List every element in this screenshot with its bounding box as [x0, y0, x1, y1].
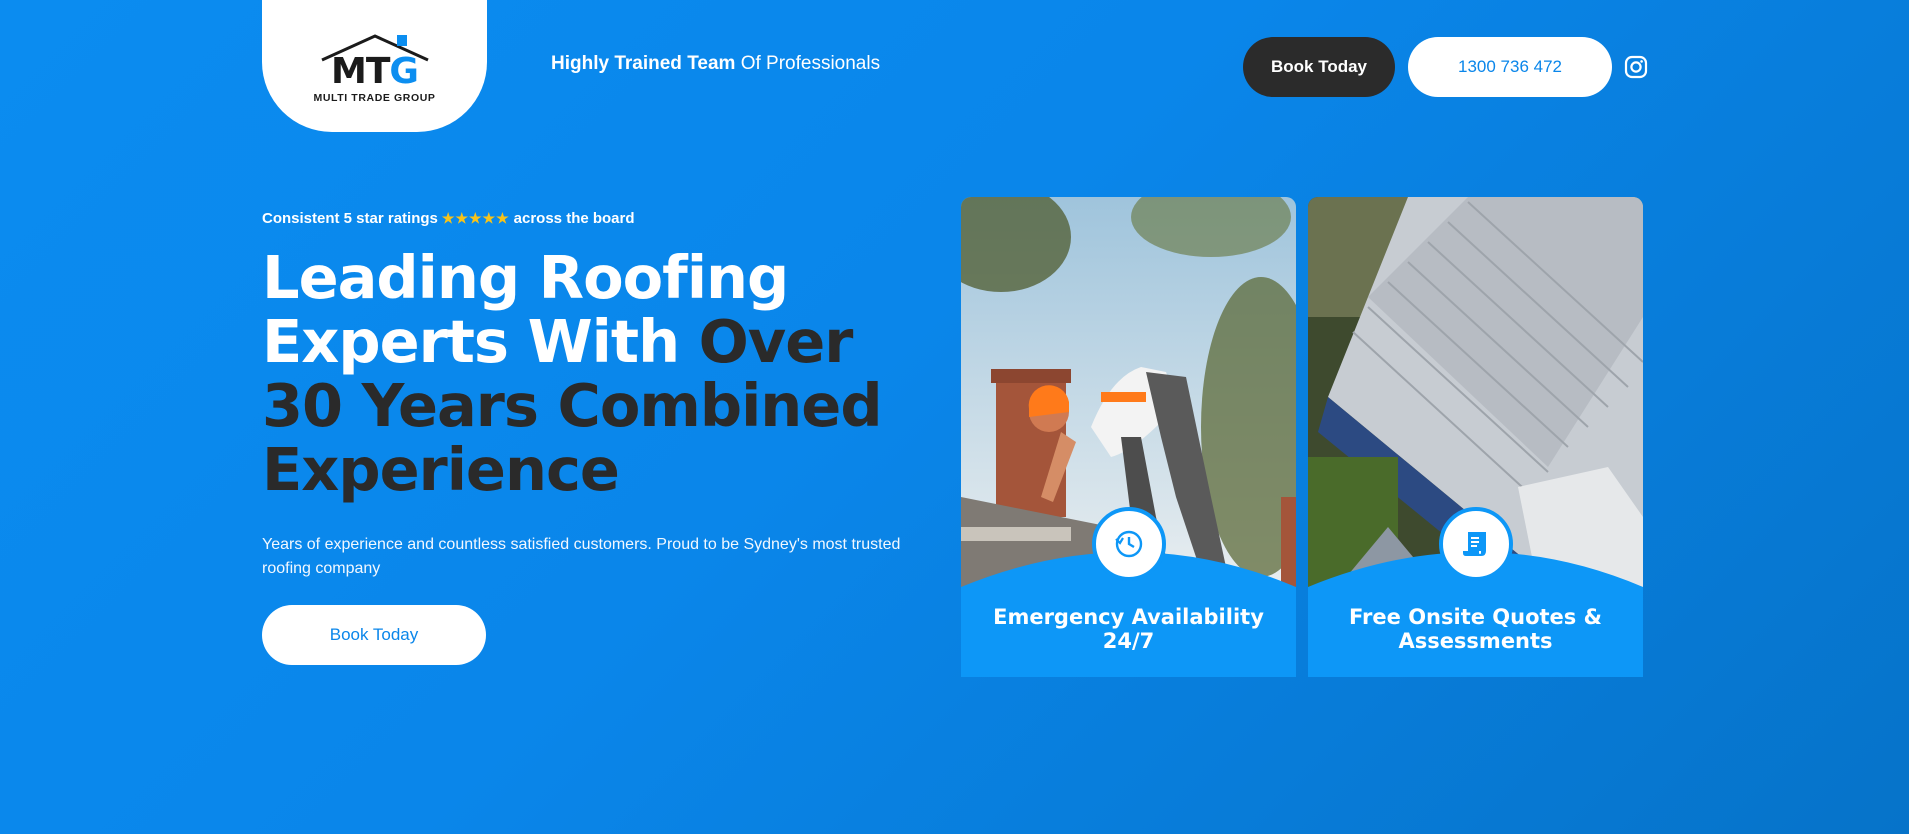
header-tagline: Highly Trained Team Of Professionals: [551, 53, 880, 75]
hero-book-button[interactable]: Book Today: [262, 605, 486, 665]
logo-inner: MTG MULTI TRADE GROUP: [300, 32, 450, 104]
ratings-line: Consistent 5 star ratings ★★★★★ across t…: [262, 210, 635, 227]
tagline-rest: Of Professionals: [735, 53, 881, 74]
logo-letters-mt: MT: [331, 51, 390, 92]
card-emergency[interactable]: Emergency Availability 24/7: [961, 197, 1296, 677]
star-rating-icon: ★★★★★: [441, 210, 510, 226]
header-book-button[interactable]: Book Today: [1243, 37, 1395, 97]
logo[interactable]: MTG MULTI TRADE GROUP: [262, 0, 487, 132]
instagram-icon[interactable]: [1624, 55, 1648, 79]
card-title: Emergency Availability 24/7: [993, 605, 1264, 653]
document-scroll-icon: [1439, 507, 1513, 581]
card-title: Free Onsite Quotes & Assessments: [1349, 605, 1602, 653]
ratings-after: across the board: [513, 210, 635, 227]
logo-letter-g: G: [389, 51, 419, 92]
hero-description: Years of experience and countless satisf…: [262, 536, 901, 577]
phone-button[interactable]: 1300 736 472: [1408, 37, 1612, 97]
card-quotes[interactable]: Free Onsite Quotes & Assessments: [1308, 197, 1643, 677]
logo-mark: MTG: [300, 32, 450, 90]
tagline-bold: Highly Trained Team: [551, 53, 736, 74]
clock-refresh-icon: [1092, 507, 1166, 581]
hero-headline: Leading Roofing Experts With Over 30 Yea…: [262, 246, 902, 502]
ratings-before: Consistent 5 star ratings: [262, 210, 438, 227]
logo-subtitle: MULTI TRADE GROUP: [313, 92, 436, 104]
logo-letters: MTG: [300, 54, 450, 90]
